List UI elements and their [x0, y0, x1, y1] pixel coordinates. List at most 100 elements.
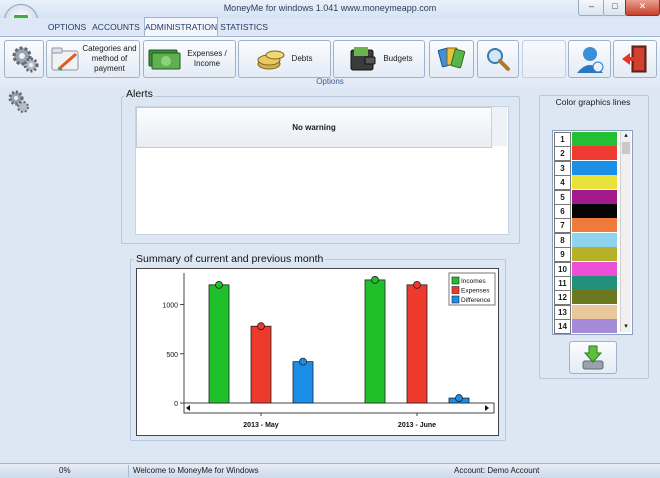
- y-tick-label: 0: [174, 401, 178, 408]
- bar-incomes: [208, 284, 230, 404]
- color-line-number: 5: [554, 189, 571, 205]
- summary-title: Summary of current and previous month: [134, 253, 326, 265]
- debts-button-label: Debts: [291, 54, 313, 63]
- color-line-row[interactable]: 11: [554, 276, 620, 291]
- folder-pen-icon: [51, 47, 79, 71]
- bar-marker: [257, 322, 265, 331]
- color-line-swatch[interactable]: [572, 290, 617, 305]
- legend-swatch: [451, 276, 460, 285]
- x-tick-label: 2013 - June: [398, 422, 436, 429]
- save-colors-button[interactable]: [569, 341, 617, 374]
- window-title: MoneyMe for windows 1.041 www.moneymeapp…: [223, 3, 437, 13]
- colors-title: Color graphics lines: [555, 97, 631, 107]
- categories-button[interactable]: Categories and method of payment: [46, 40, 140, 78]
- y-tick-label: 500: [166, 352, 178, 359]
- scroll-thumb[interactable]: [622, 142, 630, 154]
- gears-icon: [12, 46, 39, 73]
- color-line-swatch[interactable]: [572, 189, 617, 204]
- bar-marker: [371, 276, 379, 284]
- close-button[interactable]: ✕: [625, 0, 660, 16]
- alerts-message: No warning: [136, 107, 492, 148]
- user-button[interactable]: [568, 40, 611, 78]
- expenses-income-button-label: Expenses / Income: [187, 49, 227, 68]
- color-line-row[interactable]: 2: [554, 146, 620, 162]
- scroll-down-arrow-icon[interactable]: ▾: [621, 322, 631, 332]
- alerts-title: Alerts: [124, 88, 155, 100]
- x-axis-scrollbar: [183, 402, 495, 414]
- legend-swatch: [451, 286, 460, 294]
- color-line-number: 9: [554, 247, 571, 263]
- cards-button[interactable]: [429, 40, 474, 78]
- bar-marker: [299, 357, 307, 366]
- color-line-number: 1: [554, 132, 571, 147]
- categories-button-label: Categories and method of payment: [82, 44, 137, 73]
- tab-options[interactable]: OPTIONS: [46, 19, 88, 36]
- ribbon-caption: Options: [316, 77, 344, 86]
- color-line-row[interactable]: 8: [554, 232, 620, 248]
- color-line-swatch[interactable]: [572, 204, 617, 218]
- color-line-swatch[interactable]: [572, 276, 617, 290]
- alerts-scrollbar[interactable]: [491, 107, 507, 146]
- color-line-number: 6: [554, 204, 571, 219]
- expenses-income-button[interactable]: Expenses / Income: [143, 40, 236, 78]
- legend-swatch: [451, 295, 460, 304]
- color-list-scrollbar[interactable]: ▴ ▾: [620, 131, 631, 332]
- tab-accounts[interactable]: ACCOUNTS: [91, 19, 141, 36]
- color-line-row[interactable]: 12: [554, 290, 620, 306]
- bar-expenses: [406, 284, 428, 404]
- debts-button[interactable]: Debts: [238, 40, 331, 78]
- color-line-number: 7: [554, 218, 571, 234]
- color-line-swatch[interactable]: [572, 232, 617, 247]
- legend-label: Incomes: [461, 278, 486, 285]
- color-line-swatch[interactable]: [572, 146, 617, 161]
- color-line-swatch[interactable]: [572, 261, 617, 276]
- cards-icon: [437, 47, 466, 69]
- color-line-number: 2: [554, 146, 571, 162]
- coins-icon: [257, 50, 285, 70]
- color-line-row[interactable]: 1: [554, 132, 620, 147]
- color-line-swatch[interactable]: [572, 175, 617, 190]
- magnifier-icon: [487, 48, 510, 71]
- tab-statistics[interactable]: STATISTICS: [220, 19, 268, 36]
- color-line-number: 11: [554, 276, 571, 291]
- color-line-swatch[interactable]: [572, 218, 617, 233]
- exit-button[interactable]: [613, 40, 657, 78]
- settings-button[interactable]: [4, 40, 44, 78]
- color-line-number: 10: [554, 261, 571, 277]
- color-line-number: 3: [554, 160, 571, 176]
- color-line-row[interactable]: 5: [554, 189, 620, 205]
- color-line-swatch[interactable]: [572, 247, 617, 262]
- color-line-swatch[interactable]: [572, 160, 617, 175]
- scroll-up-arrow-icon[interactable]: ▴: [621, 131, 631, 141]
- maximize-button[interactable]: □: [603, 0, 627, 16]
- color-line-row[interactable]: 14: [554, 319, 620, 334]
- color-line-number: 8: [554, 232, 571, 248]
- bar-incomes: [364, 279, 386, 404]
- search-button[interactable]: [477, 40, 519, 78]
- minimize-button[interactable]: –: [578, 0, 605, 16]
- legend-label: Difference: [461, 297, 491, 304]
- status-bar: 0% Welcome to MoneyMe for Windows Accoun…: [0, 463, 660, 478]
- download-save-icon: [582, 345, 604, 370]
- color-line-row[interactable]: 10: [554, 261, 620, 277]
- color-line-row[interactable]: 6: [554, 204, 620, 219]
- color-line-row[interactable]: 13: [554, 304, 620, 320]
- color-line-number: 14: [554, 319, 571, 334]
- bar-marker: [215, 280, 223, 289]
- color-line-swatch[interactable]: [572, 304, 617, 319]
- color-line-row[interactable]: 7: [554, 218, 620, 234]
- budgets-button[interactable]: Budgets: [333, 40, 425, 78]
- title-bar: MoneyMe for windows 1.041 www.moneymeapp…: [0, 0, 660, 18]
- color-line-swatch[interactable]: [572, 132, 617, 146]
- bar-expenses: [250, 325, 272, 404]
- summary-chart-svg: 0 500 1000 2013 - May 2013 - June Incomes Expe…: [162, 272, 496, 429]
- color-line-row[interactable]: 4: [554, 175, 620, 191]
- color-line-swatch[interactable]: [572, 319, 617, 334]
- color-line-row[interactable]: 9: [554, 247, 620, 263]
- legend-label: Expenses: [461, 288, 490, 295]
- color-line-row[interactable]: 3: [554, 160, 620, 176]
- color-line-number: 4: [554, 175, 571, 191]
- tab-administration[interactable]: ADMINISTRATION: [144, 17, 218, 37]
- summary-chart: 0 500 1000 2013 - May 2013 - June Incomes Expe…: [136, 268, 499, 436]
- status-account: Account: Demo Account: [454, 466, 540, 475]
